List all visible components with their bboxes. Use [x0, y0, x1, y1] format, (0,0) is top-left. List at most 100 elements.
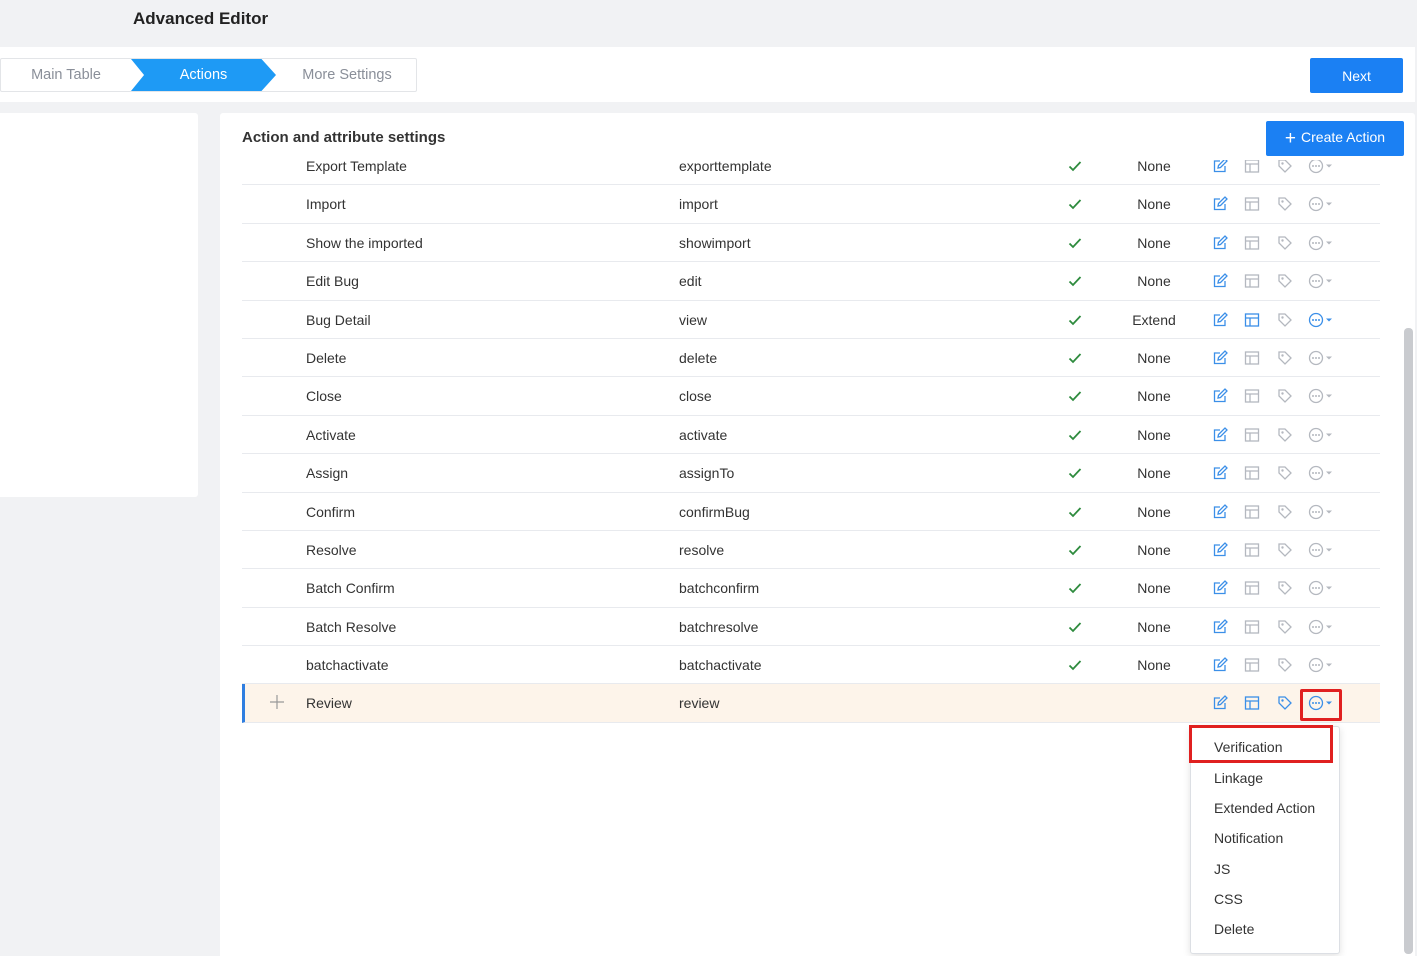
action-name: Batch Resolve: [306, 618, 397, 635]
layout-icon[interactable]: [1244, 273, 1262, 291]
action-name: Import: [306, 196, 346, 213]
more-icon[interactable]: [1308, 160, 1336, 176]
menu-item-extended-action[interactable]: Extended Action: [1214, 800, 1315, 816]
tag-icon[interactable]: [1277, 465, 1295, 483]
table-row[interactable]: Edit Bug edit None: [242, 262, 1380, 301]
more-icon[interactable]: [1308, 235, 1336, 253]
more-icon[interactable]: [1308, 350, 1336, 368]
tag-icon[interactable]: [1277, 350, 1295, 368]
edit-icon[interactable]: [1212, 388, 1230, 406]
tag-icon[interactable]: [1277, 312, 1295, 330]
create-action-button[interactable]: + Create Action: [1266, 121, 1404, 156]
menu-item-js[interactable]: JS: [1214, 861, 1230, 877]
layout-icon[interactable]: [1244, 657, 1262, 675]
edit-icon[interactable]: [1212, 273, 1230, 291]
layout-icon[interactable]: [1244, 465, 1262, 483]
table-row[interactable]: Batch Resolve batchresolve None: [242, 608, 1380, 647]
tag-icon[interactable]: [1277, 196, 1295, 214]
layout-icon[interactable]: [1244, 695, 1262, 713]
tag-icon[interactable]: [1277, 657, 1295, 675]
table-row[interactable]: Show the imported showimport None: [242, 224, 1380, 263]
table-row[interactable]: Bug Detail view Extend: [242, 301, 1380, 339]
table-row[interactable]: batchactivate batchactivate None: [242, 646, 1380, 685]
layout-icon[interactable]: [1244, 312, 1262, 330]
edit-icon[interactable]: [1212, 695, 1230, 713]
more-icon[interactable]: [1308, 504, 1336, 522]
extension-value: None: [1137, 196, 1171, 213]
tag-icon[interactable]: [1277, 427, 1295, 445]
layout-icon[interactable]: [1244, 619, 1262, 637]
table-row[interactable]: Review review: [242, 684, 1380, 723]
action-code: batchresolve: [679, 618, 759, 635]
table-row[interactable]: Export Template exporttemplate None: [242, 160, 1380, 186]
extension-value: None: [1137, 349, 1171, 366]
edit-icon[interactable]: [1212, 426, 1230, 445]
edit-icon[interactable]: [1212, 541, 1230, 560]
action-code: exporttemplate: [679, 160, 772, 174]
more-icon[interactable]: [1308, 580, 1336, 598]
layout-icon[interactable]: [1244, 160, 1262, 176]
edit-icon[interactable]: [1212, 618, 1230, 637]
tag-icon[interactable]: [1277, 695, 1295, 713]
tag-icon[interactable]: [1277, 619, 1295, 637]
edit-icon[interactable]: [1212, 465, 1230, 483]
layout-icon[interactable]: [1244, 196, 1262, 214]
tag-icon[interactable]: [1277, 580, 1295, 598]
menu-item-delete[interactable]: Delete: [1214, 921, 1254, 937]
menu-item-linkage[interactable]: Linkage: [1214, 770, 1263, 786]
edit-icon[interactable]: [1212, 657, 1230, 675]
tag-icon[interactable]: [1277, 273, 1295, 291]
edit-icon[interactable]: [1212, 311, 1230, 330]
tag-icon[interactable]: [1277, 542, 1295, 560]
more-icon[interactable]: [1308, 427, 1336, 445]
tag-icon[interactable]: [1277, 235, 1295, 253]
action-code: assignTo: [679, 465, 735, 482]
more-icon[interactable]: [1308, 312, 1336, 330]
layout-icon[interactable]: [1244, 580, 1262, 598]
edit-icon[interactable]: [1212, 350, 1230, 368]
edit-icon[interactable]: [1212, 234, 1230, 253]
tag-icon[interactable]: [1277, 504, 1295, 522]
table-row[interactable]: Import import None: [242, 185, 1380, 224]
table-row[interactable]: Batch Confirm batchconfirm None: [242, 569, 1380, 608]
drag-handle-icon[interactable]: [269, 694, 285, 710]
step-main-table[interactable]: Main Table: [1, 59, 131, 91]
more-icon[interactable]: [1308, 273, 1336, 291]
more-icon[interactable]: [1308, 542, 1336, 560]
check-icon: [1068, 390, 1084, 402]
more-icon[interactable]: [1308, 657, 1336, 675]
layout-icon[interactable]: [1244, 388, 1262, 406]
layout-icon[interactable]: [1244, 235, 1262, 253]
table-row[interactable]: Delete delete None: [242, 339, 1380, 378]
step-actions[interactable]: Actions: [131, 59, 276, 91]
more-icon[interactable]: [1308, 619, 1336, 637]
menu-item-notification[interactable]: Notification: [1214, 830, 1283, 846]
table-row[interactable]: Assign assignTo None: [242, 454, 1380, 493]
more-icon[interactable]: [1308, 388, 1336, 406]
edit-icon[interactable]: [1212, 503, 1230, 522]
action-name: Bug Detail: [306, 311, 371, 328]
action-name: Review: [306, 695, 352, 712]
table-row[interactable]: Close close None: [242, 377, 1380, 416]
table-row[interactable]: Confirm confirmBug None: [242, 493, 1380, 531]
table-row[interactable]: Activate activate None: [242, 416, 1380, 455]
tag-icon[interactable]: [1277, 388, 1295, 406]
action-code: batchconfirm: [679, 580, 760, 597]
edit-icon[interactable]: [1212, 196, 1230, 214]
table-row[interactable]: Resolve resolve None: [242, 531, 1380, 570]
extension-value: Extend: [1132, 311, 1176, 328]
edit-icon[interactable]: [1212, 160, 1230, 176]
edit-icon[interactable]: [1212, 580, 1230, 598]
more-icon[interactable]: [1308, 465, 1336, 483]
layout-icon[interactable]: [1244, 350, 1262, 368]
layout-icon[interactable]: [1244, 504, 1262, 522]
more-icon[interactable]: [1308, 196, 1336, 214]
next-button[interactable]: Next: [1310, 58, 1403, 93]
step-bar: Main Table Actions More Settings Next: [0, 47, 1415, 102]
step-more-settings[interactable]: More Settings: [276, 59, 418, 91]
layout-icon[interactable]: [1244, 542, 1262, 560]
tag-icon[interactable]: [1277, 160, 1295, 176]
layout-icon[interactable]: [1244, 427, 1262, 445]
scrollbar[interactable]: [1404, 328, 1413, 954]
menu-item-css[interactable]: CSS: [1214, 891, 1243, 907]
